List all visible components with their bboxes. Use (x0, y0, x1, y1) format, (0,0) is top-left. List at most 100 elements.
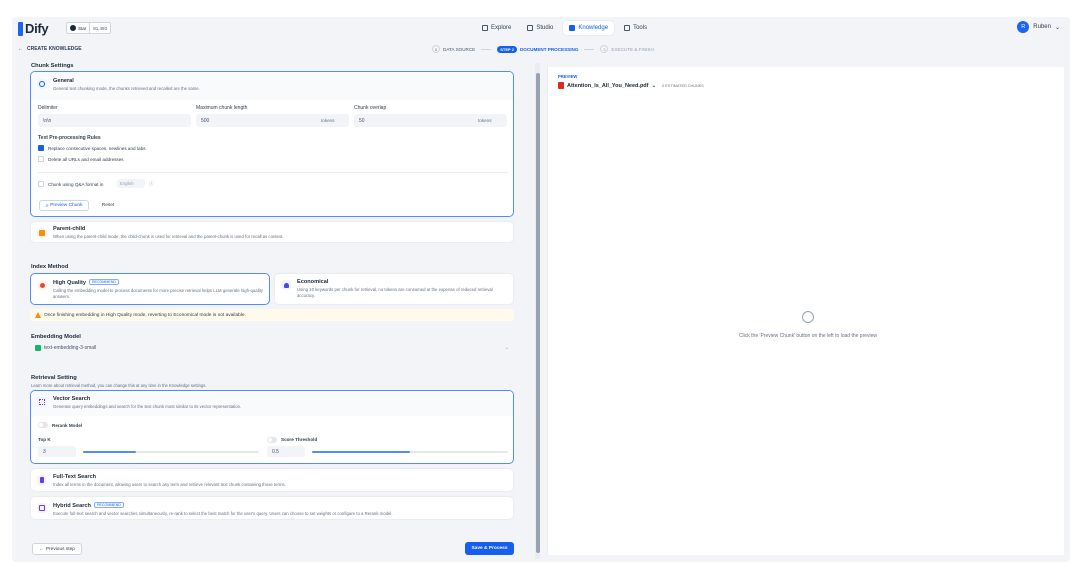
preview-label: PREVIEW (558, 74, 578, 79)
preview-file-select[interactable]: Attention_is_All_You_Need.pdf ⌄ 0 ESTIMA… (558, 82, 704, 89)
previous-step-button[interactable]: ← Previous step (32, 543, 82, 555)
parent-child-icon (37, 228, 47, 238)
user-name: Ruben (1033, 24, 1051, 30)
reset-button[interactable]: Reset (95, 200, 121, 211)
qa-format-checkbox[interactable] (38, 181, 44, 187)
nav-explore[interactable]: Explore (476, 21, 517, 35)
rerank-label: Rerank Model (52, 422, 83, 428)
warning-icon (35, 312, 41, 318)
max-chunk-length-label: Maximum chunk length (196, 105, 248, 111)
high-quality-title: High Quality (53, 280, 86, 286)
page-title: CREATE KNOWLEDGE (27, 46, 82, 52)
step-3: 3 EXECUTE & FINISH (600, 45, 654, 53)
high-quality-card[interactable]: High Quality RECOMMEND Calling the embedd… (30, 273, 270, 305)
settings-scrollbar[interactable] (535, 63, 540, 559)
vector-search-icon (37, 397, 47, 407)
delete-urls-label: Delete all URLs and email addresses (48, 156, 124, 162)
preview-chunk-button[interactable]: ⌕ Preview Chunk (39, 200, 89, 211)
rerank-toggle[interactable] (38, 422, 48, 428)
embedding-model-select[interactable]: text-embedding-3-small ⌄ (30, 342, 514, 354)
wrench-icon (624, 25, 631, 31)
nav-knowledge[interactable]: Knowledge (563, 21, 615, 35)
qa-format-label: Chunk using Q&A format in (48, 181, 104, 187)
back-button[interactable]: ← CREATE KNOWLEDGE (18, 46, 82, 52)
settings-panel: Chunk Settings General General text chun… (30, 60, 526, 560)
topk-input[interactable]: 3 (38, 446, 76, 457)
delimiter-label: Delimiter (38, 105, 58, 111)
book-icon (569, 25, 576, 31)
star-count: 81,493 (93, 25, 108, 31)
score-threshold-toggle[interactable] (267, 437, 277, 443)
search-doc-icon (802, 311, 814, 323)
full-text-search-card[interactable]: Full-Text Search Index all terms in the … (30, 468, 514, 492)
high-quality-desc: Calling the embedding model to process d… (53, 288, 263, 299)
index-warning-text: Once finishing embedding in High Quality… (44, 312, 246, 318)
preview-file-name: Attention_is_All_You_Need.pdf (567, 82, 649, 89)
topk-slider[interactable] (83, 451, 259, 453)
economical-icon (281, 280, 291, 290)
top-nav: Dify Star 81,493 Explore Studio Knowledg… (12, 17, 1070, 40)
qa-language-select[interactable]: English (117, 179, 145, 188)
vector-search-desc: Generate query embeddings and search for… (53, 404, 242, 409)
economical-title: Economical (297, 279, 329, 285)
chunk-overlap-unit: tokens (478, 118, 492, 123)
chevron-down-icon: ⌄ (504, 345, 509, 351)
economical-desc: Using 10 keywords per chunk for retrieva… (297, 287, 493, 298)
general-chunk-card[interactable]: General General text chunking mode, the … (30, 71, 514, 217)
embedding-model-value: text-embedding-3-small (44, 345, 97, 351)
economical-card[interactable]: Economical Using 10 keywords per chunk f… (274, 273, 514, 305)
studio-icon (527, 25, 534, 31)
embedding-model-title: Embedding Model (31, 334, 81, 340)
max-chunk-length-unit: tokens (321, 118, 335, 123)
info-icon: ⓘ (149, 181, 154, 186)
step-1: 1 DATA SOURCE (432, 45, 475, 53)
star-label: Star (78, 25, 87, 31)
high-quality-icon (37, 280, 47, 290)
chevron-down-icon: ⌄ (651, 82, 657, 89)
index-warning: Once finishing embedding in High Quality… (30, 309, 514, 321)
parent-child-title: Parent-child (53, 226, 86, 232)
index-method-title: Index Method (31, 264, 69, 270)
arrow-left-icon: ← (18, 46, 23, 52)
dify-logo-icon (18, 21, 23, 36)
delimiter-input[interactable]: \n\n (38, 114, 191, 127)
score-threshold-slider[interactable] (312, 451, 508, 453)
general-desc: General text chunking mode, the chunks r… (53, 86, 200, 91)
vector-search-card[interactable]: Vector Search Generate query embeddings … (30, 390, 514, 464)
topk-slider-fill (83, 451, 136, 453)
pdf-icon (558, 82, 564, 89)
preprocessing-title: Text Pre-processing Rules (38, 135, 101, 141)
score-threshold-input[interactable]: 0.5 (267, 446, 305, 457)
dify-logo[interactable]: Dify (18, 21, 49, 36)
openai-icon (35, 345, 41, 351)
search-doc-icon: ⌕ (45, 203, 49, 209)
replace-spaces-checkbox[interactable] (38, 145, 44, 151)
app-name: Dify (25, 21, 49, 36)
topk-label: Top K (38, 437, 51, 442)
preview-panel: PREVIEW Attention_is_All_You_Need.pdf ⌄ … (547, 67, 1064, 555)
step-2: STEP 2 DOCUMENT PROCESSING (497, 45, 578, 53)
general-title: General (53, 78, 74, 84)
chunk-settings-title: Chunk Settings (31, 63, 74, 69)
save-process-button[interactable]: Save & Process (465, 542, 514, 555)
github-star-button[interactable]: Star 81,493 (66, 22, 112, 34)
app-window: Dify Star 81,493 Explore Studio Knowledg… (12, 17, 1070, 562)
replace-spaces-label: Replace consecutive spaces, newlines and… (48, 145, 146, 151)
step-divider (481, 48, 492, 50)
stepper: 1 DATA SOURCE STEP 2 DOCUMENT PROCESSING 3… (432, 45, 654, 53)
score-slider-fill (312, 451, 410, 453)
scroll-thumb[interactable] (535, 73, 540, 553)
arrow-left-icon: ← (39, 546, 44, 552)
nav-studio[interactable]: Studio (521, 21, 559, 35)
compass-icon (482, 25, 488, 31)
parent-child-card[interactable]: Parent-child When using the parent-child… (30, 221, 514, 243)
score-threshold-label: Score Threshold (281, 437, 318, 442)
retrieval-subtitle: Learn more about retrieval method, you c… (31, 383, 207, 388)
nav-tools[interactable]: Tools (618, 21, 653, 35)
hybrid-search-icon (37, 503, 47, 513)
hybrid-desc: Execute full-text search and vector sear… (53, 511, 393, 516)
hybrid-search-card[interactable]: Hybrid Search RECOMMEND Execute full-text… (30, 496, 514, 520)
delete-urls-checkbox[interactable] (38, 156, 44, 162)
user-menu[interactable]: R Ruben ⌄ (1017, 21, 1060, 33)
retrieval-setting-title: Retrieval Setting (31, 375, 77, 381)
